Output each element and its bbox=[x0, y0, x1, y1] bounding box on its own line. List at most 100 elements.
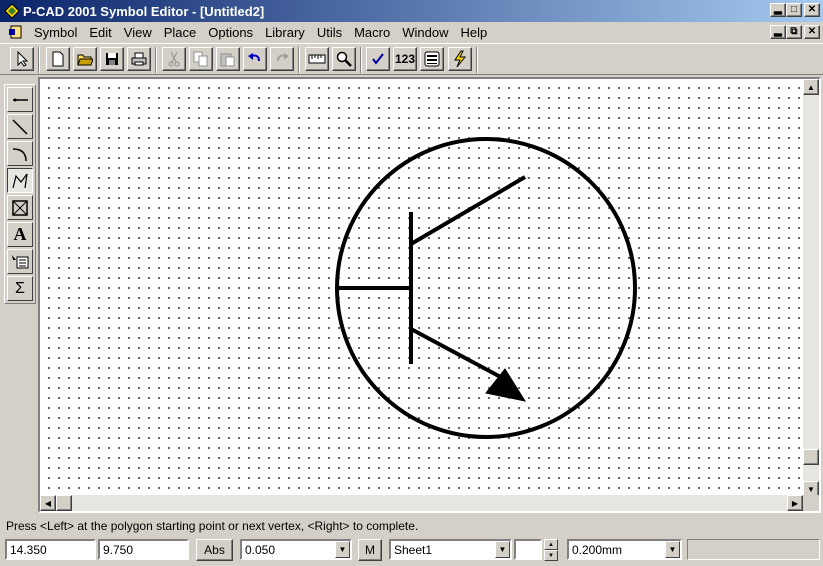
select-arrow-icon bbox=[17, 51, 29, 67]
maximize-button[interactable]: □ bbox=[786, 3, 802, 17]
sheet-select[interactable]: Sheet1 ▼ bbox=[389, 539, 512, 560]
arrow-up-icon: ▲ bbox=[807, 82, 815, 92]
place-attribute-icon bbox=[12, 254, 29, 268]
sheet-value: Sheet1 bbox=[394, 543, 433, 557]
open-folder-icon bbox=[77, 54, 93, 66]
sum-button[interactable]: Σ bbox=[7, 276, 33, 301]
m-button[interactable]: M bbox=[358, 539, 382, 561]
line-width-select[interactable]: 0.200mm ▼ bbox=[567, 539, 682, 560]
renumber-button[interactable]: 123 bbox=[393, 47, 417, 71]
copy-button[interactable] bbox=[189, 47, 213, 71]
drawing-area: ▲ ▼ ◀ ▶ bbox=[38, 77, 821, 513]
grid-value: 0.050 bbox=[245, 543, 276, 557]
place-arc-icon bbox=[12, 147, 27, 161]
pcad-app-icon bbox=[4, 3, 20, 19]
menu-library[interactable]: Library bbox=[259, 25, 311, 40]
pin-table-icon bbox=[424, 51, 440, 67]
undo-icon bbox=[248, 53, 260, 62]
horizontal-scrollbar[interactable]: ◀ ▶ bbox=[40, 495, 803, 511]
place-text-button[interactable]: A bbox=[7, 222, 33, 247]
window-title: P-CAD 2001 Symbol Editor - [Untitled2] bbox=[23, 3, 265, 19]
new-button[interactable] bbox=[46, 47, 70, 71]
cut-button[interactable] bbox=[162, 47, 186, 71]
line-width-value: 0.200mm bbox=[572, 543, 623, 557]
redo-button[interactable] bbox=[270, 47, 294, 71]
place-text-icon: A bbox=[13, 224, 27, 244]
scroll-left-button[interactable]: ◀ bbox=[40, 495, 56, 511]
minimize-icon: ▂ bbox=[774, 4, 782, 15]
renumber-icon: 123 bbox=[394, 52, 416, 66]
title-bar: P-CAD 2001 Symbol Editor - [Untitled2] ▂… bbox=[0, 0, 823, 22]
place-line-button[interactable] bbox=[7, 114, 33, 139]
menu-options[interactable]: Options bbox=[202, 25, 259, 40]
x-coordinate-field[interactable]: 14.350 bbox=[5, 539, 96, 560]
dropdown-arrow-icon[interactable]: ▼ bbox=[665, 541, 680, 558]
abs-button[interactable]: Abs bbox=[196, 539, 233, 561]
minimize-button[interactable]: ▂ bbox=[770, 3, 786, 17]
document-icon[interactable] bbox=[8, 24, 24, 40]
menu-utils[interactable]: Utils bbox=[311, 25, 348, 40]
color-swatch-field[interactable] bbox=[514, 539, 542, 560]
place-attribute-button[interactable] bbox=[7, 249, 33, 274]
y-coordinate-field[interactable]: 9.750 bbox=[98, 539, 189, 560]
menu-place[interactable]: Place bbox=[158, 25, 203, 40]
menu-macro[interactable]: Macro bbox=[348, 25, 396, 40]
place-pin-icon bbox=[13, 98, 28, 101]
placement-toolbar: A Σ bbox=[4, 84, 36, 304]
place-field-icon bbox=[12, 199, 28, 216]
restore-icon: ⧉ bbox=[790, 26, 798, 37]
minimize-icon: ▂ bbox=[774, 26, 782, 37]
scroll-up-button[interactable]: ▲ bbox=[803, 79, 819, 95]
vertical-scroll-thumb[interactable] bbox=[803, 449, 819, 465]
place-pin-button[interactable] bbox=[7, 87, 33, 112]
dropdown-arrow-icon[interactable]: ▼ bbox=[495, 541, 510, 558]
scroll-right-button[interactable]: ▶ bbox=[787, 495, 803, 511]
paste-icon bbox=[220, 53, 235, 67]
doc-minimize-button[interactable]: ▂ bbox=[770, 25, 786, 39]
spin-up-icon[interactable]: ▲ bbox=[544, 539, 558, 550]
menu-view[interactable]: View bbox=[118, 25, 158, 40]
open-button[interactable] bbox=[73, 47, 97, 71]
dropdown-arrow-icon[interactable]: ▼ bbox=[335, 541, 350, 558]
place-field-button[interactable] bbox=[7, 195, 33, 220]
validate-check-icon bbox=[372, 53, 384, 65]
drawing-canvas[interactable] bbox=[40, 79, 803, 497]
close-icon: ✕ bbox=[807, 26, 817, 37]
menu-symbol[interactable]: Symbol bbox=[28, 25, 83, 40]
measure-button[interactable] bbox=[305, 47, 329, 71]
save-icon bbox=[106, 53, 118, 65]
undo-button[interactable] bbox=[243, 47, 267, 71]
collector-lead bbox=[409, 175, 527, 246]
close-icon: ✕ bbox=[807, 4, 817, 15]
vertical-scrollbar[interactable]: ▲ ▼ bbox=[803, 79, 819, 497]
doc-restore-button[interactable]: ⧉ bbox=[786, 25, 802, 39]
zoom-icon bbox=[336, 51, 352, 67]
select-button[interactable] bbox=[10, 47, 34, 71]
paste-button[interactable] bbox=[216, 47, 240, 71]
menu-edit[interactable]: Edit bbox=[83, 25, 117, 40]
validate-button[interactable] bbox=[366, 47, 390, 71]
status-panel bbox=[687, 539, 820, 560]
zoom-button[interactable] bbox=[332, 47, 356, 71]
save-button[interactable] bbox=[100, 47, 124, 71]
lightning-button[interactable] bbox=[448, 47, 472, 71]
main-toolbar: 123 bbox=[0, 43, 823, 75]
print-button[interactable] bbox=[127, 47, 151, 71]
menu-window[interactable]: Window bbox=[396, 25, 454, 40]
copy-icon bbox=[193, 51, 208, 67]
pin-table-button[interactable] bbox=[420, 47, 444, 71]
arrow-left-icon: ◀ bbox=[44, 498, 52, 508]
doc-close-button[interactable]: ✕ bbox=[804, 25, 820, 39]
spin-down-icon[interactable]: ▼ bbox=[544, 550, 558, 561]
maximize-icon: □ bbox=[790, 4, 798, 15]
new-file-icon bbox=[52, 51, 64, 67]
place-polygon-button[interactable] bbox=[7, 168, 33, 193]
layer-spinner[interactable]: ▲ ▼ bbox=[544, 539, 558, 561]
grid-select[interactable]: 0.050 ▼ bbox=[240, 539, 352, 560]
place-line-icon bbox=[12, 118, 28, 135]
place-arc-button[interactable] bbox=[7, 141, 33, 166]
horizontal-scroll-thumb[interactable] bbox=[56, 495, 72, 511]
close-button[interactable]: ✕ bbox=[804, 3, 820, 17]
menu-help[interactable]: Help bbox=[454, 25, 493, 40]
scroll-corner bbox=[803, 495, 819, 511]
